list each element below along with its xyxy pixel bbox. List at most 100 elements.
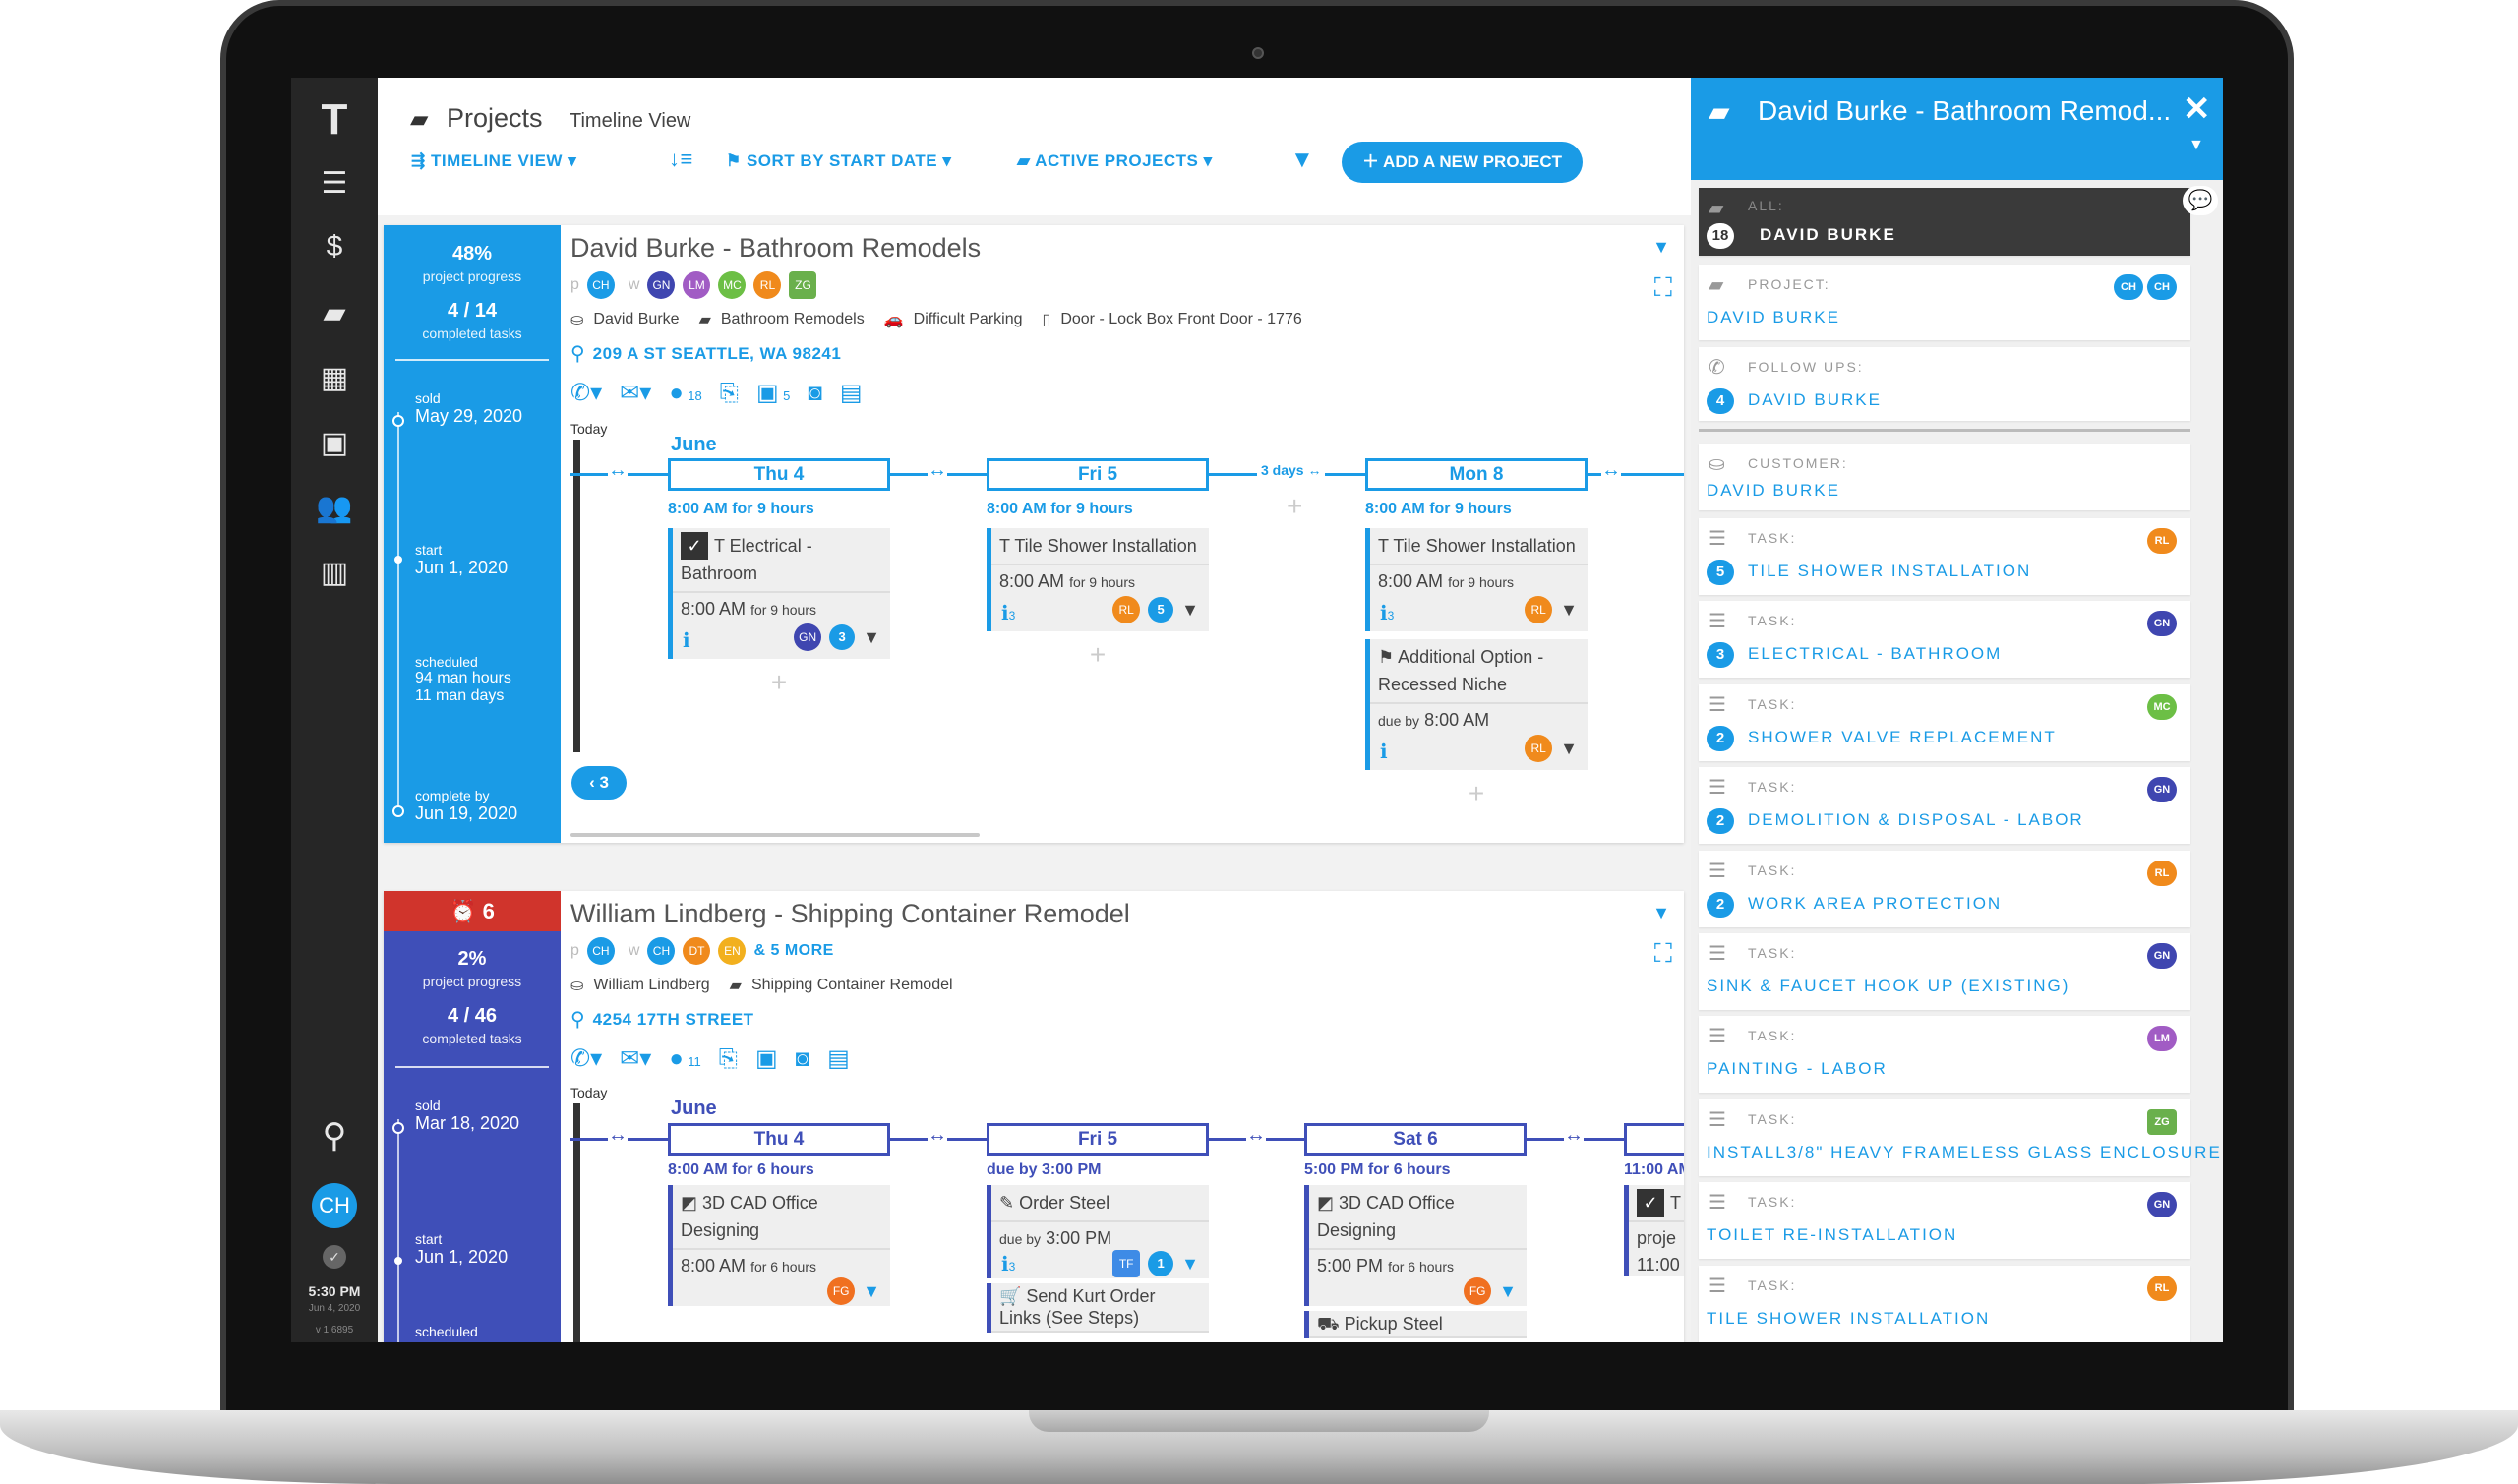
comment-count-badge[interactable]: 2 [1707,808,1734,835]
phone-icon[interactable]: ✆▾ [570,379,602,407]
attachment-icon[interactable]: ⎘ [720,380,739,407]
day-header[interactable]: Fri 5 [987,458,1209,491]
task-row[interactable]: ☰ TASK: RL 2 WORK AREA PROTECTION [1699,850,2190,927]
add-task-icon[interactable]: + [668,667,890,698]
active-projects-dropdown[interactable]: ▰ ACTIVE PROJECTS ▾ [1017,151,1213,171]
address-link[interactable]: 4254 17TH STREET [593,1010,754,1030]
day-header[interactable]: Thu 4 [668,458,890,491]
task-card[interactable]: 🛒 Send Kurt Order Links (See Steps) [987,1283,1209,1333]
avatar[interactable]: MC [2147,693,2177,720]
task-row[interactable]: ☰ TASK: LM PAINTING - LABOR [1699,1016,2190,1094]
task-list-icon[interactable]: ☰ [291,166,378,201]
money-icon[interactable]: $ [291,230,378,264]
avatar[interactable]: DT [683,937,711,965]
avatar[interactable]: RL [2147,528,2177,554]
timeline-view-dropdown[interactable]: ⇶ TIMELINE VIEW ▾ [411,151,576,171]
chevron-down-icon[interactable]: ▼ [1181,600,1199,621]
follow-ups-row[interactable]: ✆ FOLLOW UPS: 4 DAVID BURKE [1699,347,2190,421]
avatar[interactable]: CH [2114,274,2143,300]
user-avatar[interactable]: CH [312,1183,357,1228]
avatar[interactable]: GN [2147,1192,2177,1218]
chevron-down-icon[interactable]: ▼ [863,1281,880,1302]
more-workers-link[interactable]: & 5 MORE [753,942,833,960]
task-row[interactable]: ☰ TASK: ZG INSTALL3/8" HEAVY FRAMELESS GLAS… [1699,1098,2220,1176]
horizontal-scrollbar[interactable] [570,833,980,837]
hammer-logo-icon[interactable]: T [291,95,378,145]
comment-count-badge[interactable]: 1 [1148,1251,1174,1276]
avatar[interactable]: CH [2147,274,2177,300]
sort-dropdown[interactable]: ⚑ SORT BY START DATE ▾ [726,151,951,171]
task-card[interactable]: ⛟ Pickup Steel [1304,1311,1527,1338]
info-icon[interactable]: ℹ [683,628,690,653]
avatar[interactable]: GN [647,271,676,299]
comment-count-badge[interactable]: 2 [1707,725,1734,751]
avatar[interactable]: ZG [2147,1108,2177,1135]
info-icon[interactable]: ℹ [1380,740,1388,764]
task-row[interactable]: ☰ TASK: RL 5 TILE SHOWER INSTALLATION [1699,518,2190,595]
document-icon[interactable]: ▤ [840,379,863,407]
avatar[interactable]: ZG [789,271,817,299]
document-icon[interactable]: ▤ [827,1044,850,1073]
avatar[interactable]: CH [586,271,615,299]
photos-icon[interactable]: ▣ [755,1044,778,1073]
camera-icon[interactable]: ◙ [796,1045,810,1073]
comments-button[interactable]: ● 11 [669,1045,700,1073]
project-title[interactable]: William Lindberg - Shipping Container Re… [570,899,1130,929]
chevron-down-icon[interactable]: ▼ [863,627,880,648]
add-project-button[interactable]: ＋ ADD A NEW PROJECT [1342,142,1583,183]
customer-name[interactable]: David Burke [593,311,679,328]
attachment-icon[interactable]: ⎘ [719,1045,738,1073]
alerts-badge[interactable]: ⏰ 6 [384,891,561,931]
chat-icon[interactable]: 💬 [2183,186,2218,215]
chevron-down-icon[interactable]: ▼ [1560,600,1578,621]
task-card[interactable]: ⚑ Additional Option - Recessed Niche due… [1365,639,1588,770]
add-task-icon[interactable]: + [987,639,1209,671]
avatar[interactable]: EN [718,937,747,965]
customer-row[interactable]: ⛀ CUSTOMER: DAVID BURKE [1699,444,2190,510]
info-icon[interactable]: ℹ3 [1001,1252,1015,1276]
day-header[interactable]: Sat 6 [1304,1123,1527,1156]
search-icon[interactable]: ⚲ [291,1116,378,1156]
task-card[interactable]: ◩ 3D CAD Office Designing 8:00 AM for 6 … [668,1185,890,1306]
avatar[interactable]: CH [647,937,676,965]
chevron-down-icon[interactable]: ▼ [1652,237,1670,258]
projects-icon[interactable]: ▰ [291,284,378,343]
avatar[interactable]: TF [1112,1250,1141,1277]
chevron-down-icon[interactable]: ▼ [1499,1281,1517,1302]
comment-count-badge[interactable]: 5 [1148,597,1174,623]
task-card[interactable]: ✓ T Electrical - Bathroom 8:00 AM for 9 h… [668,528,890,659]
checkbox-checked[interactable]: ✓ [681,532,708,560]
avatar[interactable]: GN [2147,943,2177,969]
comments-button[interactable]: ● 18 [669,380,701,407]
task-row[interactable]: ☰ TASK: MC 2 SHOWER VALVE REPLACEMENT [1699,683,2190,761]
avatar[interactable]: RL [1525,596,1553,623]
expand-icon[interactable]: ⛶ [1654,272,1672,304]
chevron-down-icon[interactable]: ▼ [1652,903,1670,923]
project-row[interactable]: ▰ PROJECT: DAVID BURKE p CH e CH [1699,265,2190,340]
filter-icon[interactable]: ▼ [1290,147,1314,174]
day-header[interactable]: Mon 8 [1365,458,1588,491]
avatar[interactable]: FG [827,1277,856,1305]
avatar[interactable]: RL [1112,596,1141,623]
task-row[interactable]: ☰ TASK: RL TILE SHOWER INSTALLATION [1699,1265,2190,1342]
avatar[interactable]: FG [1464,1277,1492,1305]
task-row[interactable]: ☰ TASK: GN 3 ELECTRICAL - BATHROOM [1699,601,2190,679]
email-icon[interactable]: ✉▾ [620,1044,651,1073]
avatar[interactable]: GN [794,623,822,651]
day-header[interactable]: Fri 5 [987,1123,1209,1156]
phone-icon[interactable]: ✆▾ [570,1044,602,1073]
task-card[interactable]: ✎ Order Steel due by 3:00 PM ℹ3 TF 1 ▼ [987,1185,1209,1278]
avatar[interactable]: RL [753,271,782,299]
task-card[interactable]: ◩ 3D CAD Office Designing 5:00 PM for 6 … [1304,1185,1527,1306]
day-header[interactable] [1624,1123,1684,1156]
comment-count-badge[interactable]: 3 [1707,642,1734,669]
comment-count-badge[interactable]: 5 [1707,560,1734,585]
avatar[interactable]: RL [2147,860,2177,886]
avatar[interactable]: LM [2147,1026,2177,1052]
info-icon[interactable]: ℹ3 [1380,601,1394,625]
customer-name[interactable]: William Lindberg [593,977,709,994]
avatar[interactable]: GN [2147,611,2177,637]
task-card[interactable]: T Tile Shower Installation 8:00 AM for 9… [1365,528,1588,631]
day-header[interactable]: Thu 4 [668,1123,890,1156]
close-icon[interactable]: ✕ [2183,89,2211,129]
